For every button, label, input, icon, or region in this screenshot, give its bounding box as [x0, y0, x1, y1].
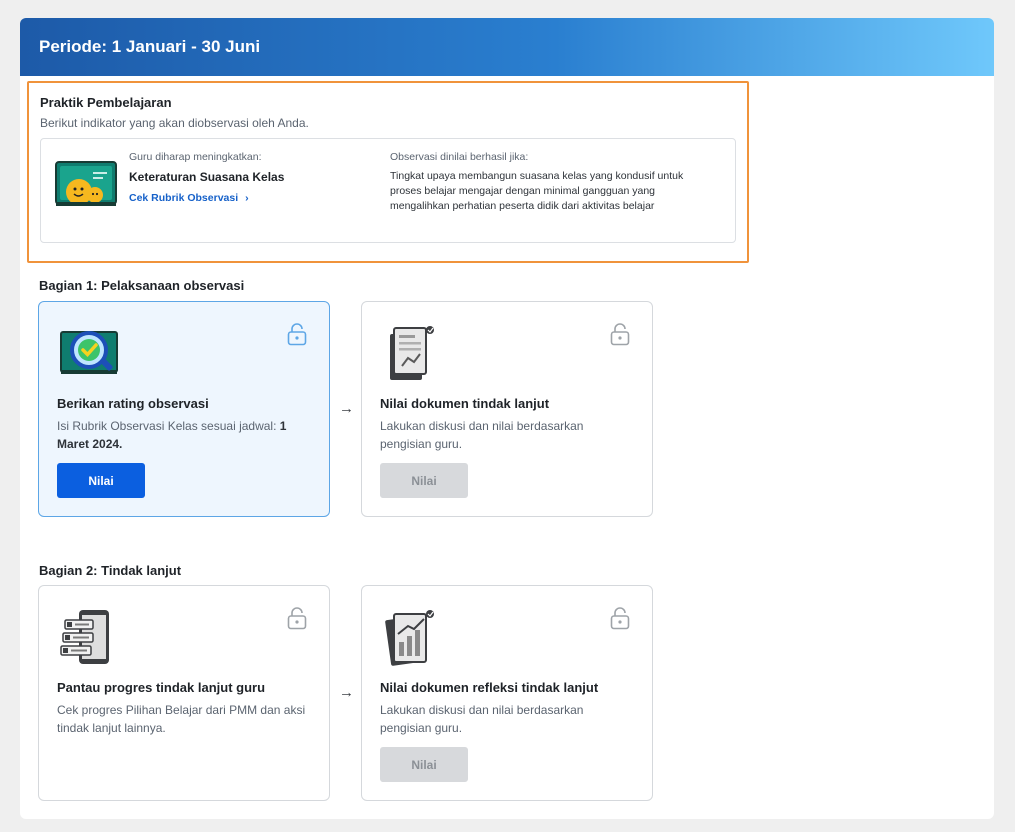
card-title: Berikan rating observasi	[57, 396, 209, 411]
reflection-document-card: Nilai dokumen refleksi tindak lanjut Lak…	[361, 585, 653, 801]
arrow-right-icon: →	[339, 684, 354, 701]
checklist-phone-icon	[60, 610, 109, 664]
lock-icon	[287, 323, 307, 346]
card-title: Nilai dokumen refleksi tindak lanjut	[380, 680, 599, 695]
card-description-text: Isi Rubrik Observasi Kelas sesuai jadwal…	[57, 419, 280, 433]
rate-reflection-button[interactable]: Nilai	[380, 747, 468, 782]
card-description: Lakukan diskusi dan nilai berdasarkan pe…	[380, 703, 584, 735]
card-title: Pantau progres tindak lanjut guru	[57, 680, 266, 695]
rate-button[interactable]: Nilai	[57, 463, 145, 498]
followup-document-card: Nilai dokumen tindak lanjut Lakukan disk…	[361, 301, 653, 517]
goal-caption: Guru diharap meningkatkan:	[129, 151, 262, 163]
lock-icon	[287, 607, 307, 630]
monitor-progress-card: Pantau progres tindak lanjut guru Cek pr…	[38, 585, 330, 801]
goal-title: Keteraturan Suasana Kelas	[129, 170, 285, 184]
rating-observation-card: Berikan rating observasi Isi Rubrik Obse…	[38, 301, 330, 517]
practice-panel: Praktik Pembelajaran Berikut indikator y…	[27, 81, 749, 263]
lock-icon	[610, 607, 630, 630]
lock-icon	[610, 323, 630, 346]
card-title: Nilai dokumen tindak lanjut	[380, 396, 550, 411]
indicator-goal: Guru diharap meningkatkan: Keteraturan S…	[129, 151, 369, 206]
indicator-success: Observasi dinilai berhasil jika: Tingkat…	[390, 151, 690, 214]
card-description: Lakukan diskusi dan nilai berdasarkan pe…	[380, 419, 584, 451]
practice-subtitle: Berikut indikator yang akan diobservasi …	[40, 116, 309, 130]
section2-title: Bagian 2: Tindak lanjut	[39, 563, 182, 578]
report-chart-icon	[385, 610, 434, 666]
section1-title: Bagian 1: Pelaksanaan observasi	[39, 278, 245, 293]
period-header: Periode: 1 Januari - 30 Juni	[20, 18, 994, 76]
rate-document-button[interactable]: Nilai	[380, 463, 468, 498]
page-container: Periode: 1 Januari - 30 Juni Praktik Pem…	[20, 18, 994, 819]
document-icon	[390, 326, 434, 380]
practice-title: Praktik Pembelajaran	[40, 95, 172, 110]
indicator-card: Guru diharap meningkatkan: Keteraturan S…	[40, 138, 736, 243]
arrow-right-icon: →	[339, 400, 354, 417]
rubric-link-label: Cek Rubrik Observasi	[129, 192, 239, 204]
card-description: Cek progres Pilihan Belajar dari PMM dan…	[57, 703, 306, 735]
rubric-link[interactable]: Cek Rubrik Observasi ›	[129, 192, 249, 204]
success-description: Tingkat upaya membangun suasana kelas ya…	[390, 170, 684, 212]
observation-magnifier-icon	[60, 331, 118, 374]
card-description: Isi Rubrik Observasi Kelas sesuai jadwal…	[57, 417, 313, 453]
period-title: Periode: 1 Januari - 30 Juni	[39, 37, 261, 56]
success-caption: Observasi dinilai berhasil jika:	[390, 151, 529, 163]
classroom-illustration-icon	[55, 161, 117, 206]
chevron-right-icon: ›	[245, 192, 249, 204]
